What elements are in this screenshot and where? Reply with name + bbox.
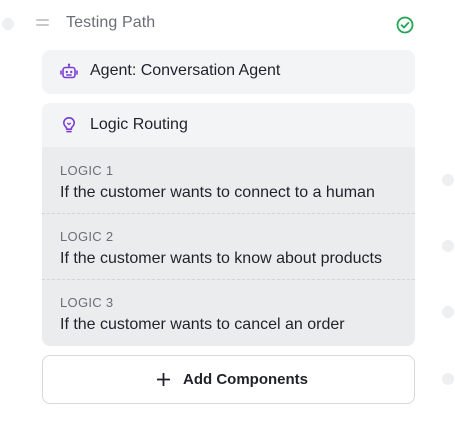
add-components-output-port[interactable] [442,373,454,385]
node-title: Testing Path [66,14,156,31]
logic-description: If the customer wants to cancel an order [60,316,345,333]
logic-1-output-port[interactable] [442,174,454,186]
drag-handle-icon[interactable] [36,19,49,27]
logic-routing-header[interactable]: Logic Routing [42,103,415,147]
agent-label: Agent: Conversation Agent [90,62,281,79]
logic-2-output-port[interactable] [442,240,454,252]
workflow-node: Testing Path Agent: Conversation Agent L… [30,0,428,416]
input-connection-port[interactable] [2,18,14,30]
add-components-button[interactable]: Add Components [42,355,415,404]
logic-tag: LOGIC 1 [60,163,114,178]
logic-item-2[interactable]: LOGIC 2 If the customer wants to know ab… [42,213,415,279]
node-header: Testing Path [30,8,428,42]
add-components-label: Add Components [183,371,308,388]
logic-description: If the customer wants to know about prod… [60,250,382,267]
logic-3-output-port[interactable] [442,306,454,318]
logic-item-3[interactable]: LOGIC 3 If the customer wants to cancel … [42,279,415,345]
agent-component[interactable]: Agent: Conversation Agent [42,50,415,94]
logic-routing-component: Logic Routing LOGIC 1 If the customer wa… [42,103,415,346]
plus-icon [157,373,170,386]
logic-tag: LOGIC 2 [60,229,114,244]
canvas: Testing Path Agent: Conversation Agent L… [0,0,455,424]
logic-item-1[interactable]: LOGIC 1 If the customer wants to connect… [42,147,415,213]
logic-routing-label: Logic Routing [90,116,188,133]
divider [42,279,415,280]
robot-icon [60,63,78,79]
check-circle-icon [396,16,414,34]
lightbulb-icon [63,117,75,133]
logic-description: If the customer wants to connect to a hu… [60,184,375,201]
divider [42,213,415,214]
logic-tag: LOGIC 3 [60,295,114,310]
